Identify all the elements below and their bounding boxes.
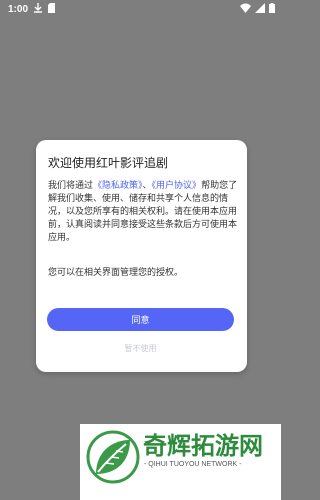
user-agreement-link[interactable]: 《用户协议》 [152,181,202,191]
decline-button[interactable]: 暂不使用 [47,339,234,357]
status-time: 1:00 [8,4,29,15]
link-separator: 、 [142,181,152,191]
leaf-logo-icon [86,430,140,484]
download-icon [34,3,42,13]
dialog-note: 您可以在相关界面管理您的授权。 [48,268,184,278]
privacy-dialog: 欢迎使用红叶影评追剧 我们将通过《隐私政策》、《用户协议》帮助您了解我们收集、使… [36,140,247,372]
body-prefix: 我们将通过 [48,181,94,191]
dialog-title: 欢迎使用红叶影评追剧 [48,156,169,170]
agree-button[interactable]: 同意 [47,308,234,331]
privacy-policy-link[interactable]: 《隐私政策》 [93,181,143,191]
signal-icon [255,3,265,13]
dialog-body: 我们将通过《隐私政策》、《用户协议》帮助您了解我们收集、使用、储存和共享个人信息… [48,180,238,245]
sd-card-icon [48,3,55,13]
wifi-icon [240,3,251,13]
watermark-title: 奇辉拓游网 [143,431,263,460]
watermark-subtitle: - QIHUI TUOYOU NETWORK - [144,461,242,468]
battery-icon [269,3,275,13]
status-bar: 1:00 [0,0,281,18]
watermark-banner: 奇辉拓游网 - QIHUI TUOYOU NETWORK - [80,424,281,500]
